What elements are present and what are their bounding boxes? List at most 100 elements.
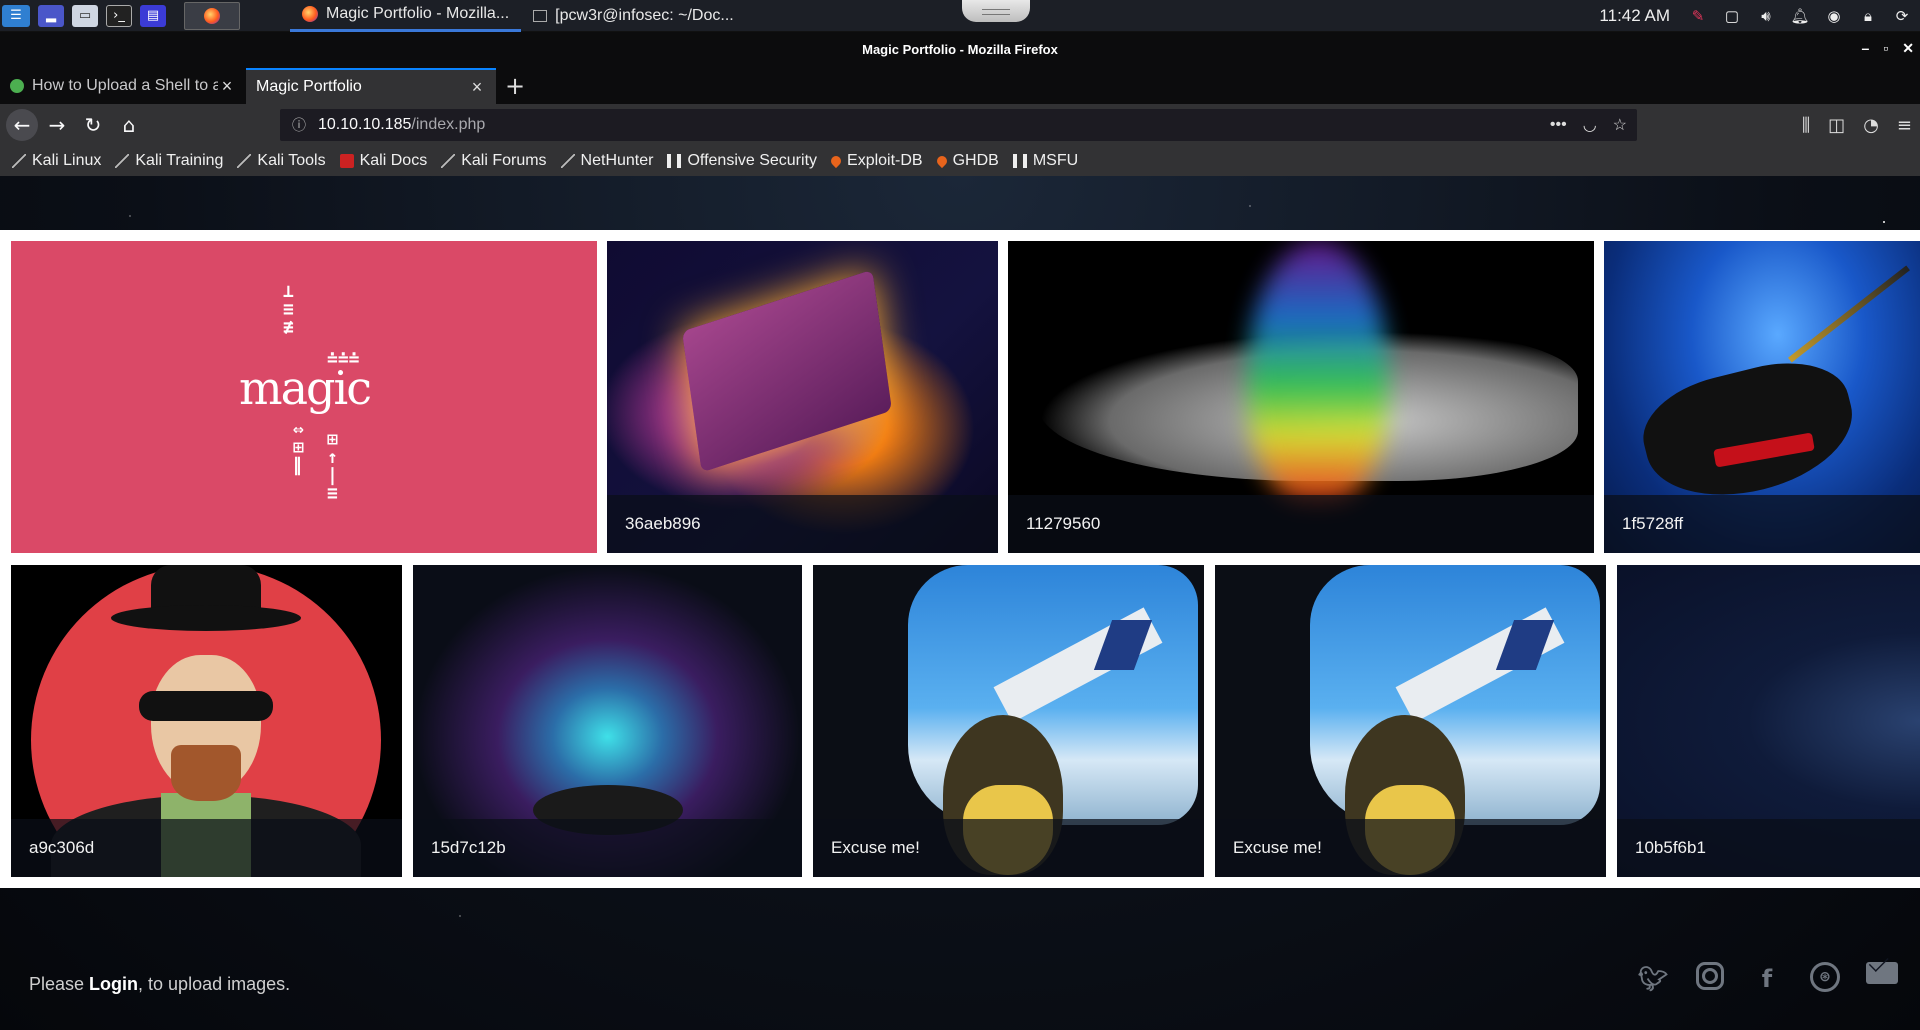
desktop-taskbar: ☰ ▂ ▭ ›_ ▤ Magic Portfolio - Mozilla... …	[0, 0, 1920, 32]
network-icon[interactable]: ◉	[1824, 6, 1844, 26]
kali-dragon-icon	[115, 154, 130, 168]
portrait-hat-brim	[111, 605, 301, 631]
gallery-image-tile[interactable]: 1f5728ff	[1604, 241, 1920, 553]
reload-icon[interactable]: ↻	[76, 109, 110, 141]
tab-label: How to Upload a Shell to a Web Server an…	[32, 77, 218, 94]
kali-dragon-icon	[237, 154, 252, 168]
volume-icon[interactable]: 🔊︎	[1756, 6, 1776, 26]
show-desktop-icon[interactable]: ▂	[38, 4, 64, 27]
bookmark-kali-tools[interactable]: Kali Tools	[237, 152, 326, 170]
bookmark-star-icon[interactable]: ☆	[1613, 115, 1627, 135]
system-tray: 11:42 AM ✎ ▢ 🔊︎ 🔔︎ ◉ 🔒︎ ⟳	[1599, 0, 1920, 32]
bookmark-kali-forums[interactable]: Kali Forums	[441, 152, 547, 170]
bookmark-nethunter[interactable]: NetHunter	[560, 152, 653, 170]
navigation-toolbar: ← → ↻ ⌂ ⓘ 10.10.10.185/index.php ••• ◡ ☆…	[0, 104, 1920, 146]
kali-dragon-icon	[12, 154, 26, 168]
facebook-icon[interactable]: f	[1750, 962, 1784, 996]
gallery-image-tile[interactable]: 11279560	[1008, 241, 1594, 553]
magic-glyph-decoration: ⊞ ↑ ∣ ≡	[327, 429, 338, 504]
tab-close-icon[interactable]: ×	[468, 77, 486, 98]
gallery-image-tile[interactable]: a9c306d	[11, 565, 402, 877]
gallery-image-tile[interactable]: Excuse me!	[813, 565, 1204, 877]
tab-label: Magic Portfolio	[256, 78, 362, 95]
taskbar-task-firefox[interactable]: Magic Portfolio - Mozilla...	[290, 0, 522, 32]
instagram-icon[interactable]	[1696, 962, 1724, 990]
social-links: 🐦︎ f ⊛	[1636, 962, 1898, 996]
gallery-logo-tile[interactable]: ⊥ ≡ ≢ ⇔ ⊞ ∥ ≐≐≐ ⊞ ↑ ∣ ≡ magic	[11, 241, 597, 553]
new-tab-icon[interactable]: +	[496, 68, 534, 104]
image-caption: 10b5f6b1	[1617, 819, 1920, 877]
notification-bell-icon[interactable]: 🔔︎	[1790, 6, 1810, 26]
taskbar-task-label: Magic Portfolio - Mozilla...	[326, 5, 510, 22]
bookmark-kali-docs[interactable]: Kali Docs	[339, 152, 427, 170]
back-arrow-icon[interactable]: ←	[6, 109, 38, 141]
taskbar-task-label: [pcw3r@infosec: ~/Doc...	[555, 6, 734, 24]
kali-menu-icon[interactable]: ☰	[2, 4, 30, 27]
tab-close-icon[interactable]: ×	[218, 76, 236, 97]
gallery-image-tile[interactable]: Excuse me!	[1215, 565, 1606, 877]
twitter-icon[interactable]: 🐦︎	[1636, 962, 1670, 996]
site-info-icon[interactable]: ⓘ	[292, 115, 306, 135]
terminal-launcher-icon[interactable]: ›_	[106, 4, 132, 27]
sidebar-icon[interactable]: ◫	[1828, 115, 1845, 136]
image-caption: 1f5728ff	[1604, 495, 1920, 553]
magic-glyph-decoration: ⇔ ⊞ ∥	[293, 419, 304, 476]
portrait-goatee	[171, 745, 241, 801]
url-bar[interactable]: ⓘ 10.10.10.185/index.php ••• ◡ ☆	[280, 109, 1637, 141]
tab-magic-portfolio[interactable]: Magic Portfolio ×	[246, 68, 496, 104]
taskbar-task-terminal[interactable]: [pcw3r@infosec: ~/Doc...	[521, 0, 746, 32]
clock[interactable]: 11:42 AM	[1599, 6, 1670, 26]
lock-icon[interactable]: 🔒︎	[1858, 6, 1878, 26]
panel-pulldown-handle[interactable]	[962, 0, 1030, 22]
hamburger-menu-icon[interactable]: ≡	[1897, 115, 1912, 136]
image-caption: Excuse me!	[1215, 819, 1606, 877]
account-icon[interactable]: ◔	[1863, 115, 1879, 136]
url-actions: ••• ◡ ☆	[1550, 109, 1627, 141]
kali-dragon-icon	[560, 154, 575, 168]
forward-arrow-icon[interactable]: →	[40, 109, 74, 141]
magic-glyph-decoration: ⊥ ≡ ≢	[283, 281, 294, 338]
minimize-icon[interactable]: –	[1862, 40, 1870, 57]
bookmark-offensive-security[interactable]: Offensive Security	[667, 152, 817, 170]
offsec-icon	[667, 154, 682, 168]
image-gallery: ⊥ ≡ ≢ ⇔ ⊞ ∥ ≐≐≐ ⊞ ↑ ∣ ≡ magic 36aeb896 11279560…	[0, 230, 1920, 888]
image-caption: Excuse me!	[813, 819, 1204, 877]
url-path: /index.php	[411, 116, 486, 133]
firefox-launcher-icon[interactable]	[184, 1, 240, 30]
window-controls: – ▫ ✕	[1862, 40, 1915, 57]
file-manager-icon[interactable]: ▭	[72, 4, 98, 27]
gallery-image-tile[interactable]: 10b5f6b1	[1617, 565, 1920, 877]
bookmark-ghdb[interactable]: GHDB	[934, 152, 999, 170]
flame-icon	[934, 153, 949, 169]
logout-icon[interactable]: ⟳	[1892, 6, 1912, 26]
pen-icon[interactable]: ✎	[1688, 6, 1708, 26]
wand-image	[1788, 265, 1910, 363]
bookmark-msfu[interactable]: MSFU	[1012, 152, 1078, 170]
offsec-icon	[1012, 154, 1027, 168]
pocket-icon[interactable]: ◡	[1583, 115, 1597, 135]
dribbble-icon[interactable]: ⊛	[1810, 962, 1840, 992]
close-icon[interactable]: ✕	[1902, 40, 1914, 57]
firefox-icon	[302, 6, 318, 22]
gallery-image-tile[interactable]: 36aeb896	[607, 241, 998, 553]
home-icon[interactable]: ⌂	[112, 109, 146, 141]
upload-prompt: Please Login, to upload images.	[29, 974, 291, 994]
library-icon[interactable]: ⫼	[1802, 115, 1810, 136]
top-hat-image	[1632, 347, 1866, 515]
display-icon[interactable]: ▢	[1722, 6, 1742, 26]
image-caption: 11279560	[1008, 495, 1594, 553]
image-caption: a9c306d	[11, 819, 402, 877]
maximize-icon[interactable]: ▫	[1883, 40, 1888, 57]
image-caption: 36aeb896	[607, 495, 998, 553]
tab-strip: How to Upload a Shell to a Web Server an…	[0, 66, 1920, 104]
page-actions-icon[interactable]: •••	[1550, 116, 1567, 134]
gallery-image-tile[interactable]: 15d7c12b	[413, 565, 802, 877]
email-icon[interactable]	[1866, 962, 1898, 984]
bookmark-exploit-db[interactable]: Exploit-DB	[828, 152, 923, 170]
bookmark-kali-linux[interactable]: Kali Linux	[12, 152, 101, 170]
bookmark-kali-training[interactable]: Kali Training	[115, 152, 223, 170]
workspace-switcher-icon[interactable]: ▤	[140, 4, 166, 27]
login-link[interactable]: Login	[89, 974, 138, 994]
image-caption: 15d7c12b	[413, 819, 802, 877]
tab-upload-shell[interactable]: How to Upload a Shell to a Web Server an…	[0, 68, 246, 104]
